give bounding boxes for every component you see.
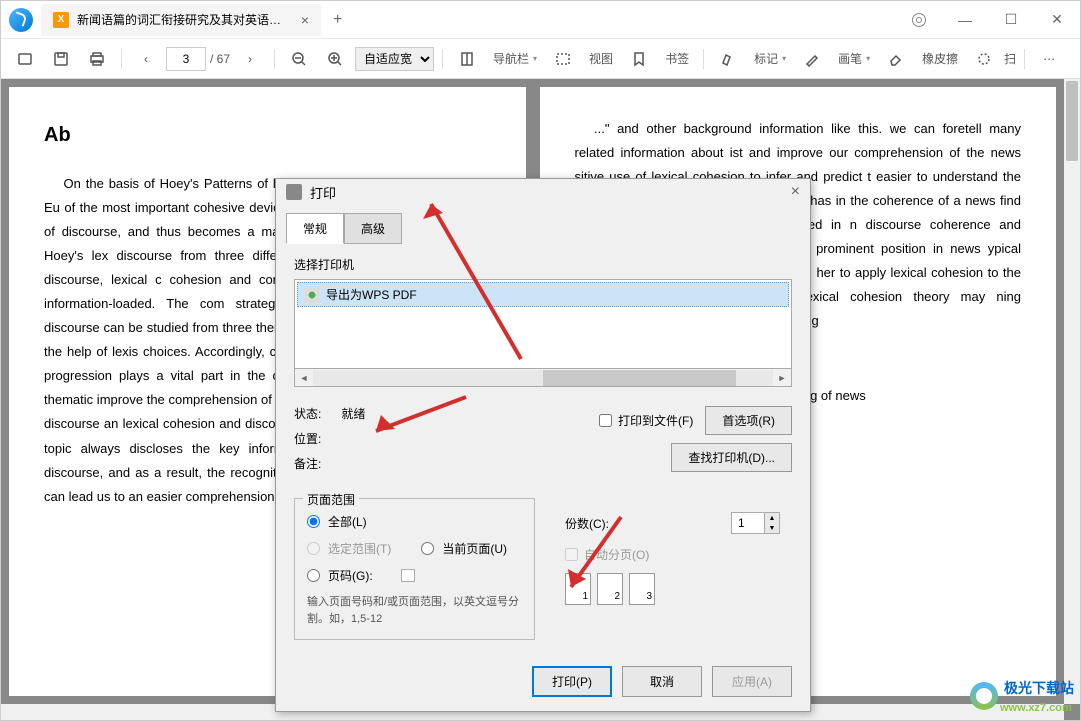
copies-up-icon[interactable]: ▲ [765,513,779,523]
page-range-input[interactable] [401,569,415,582]
bookmark-icon[interactable] [623,43,655,75]
settings-icon[interactable] [896,1,942,39]
select-printer-label: 选择打印机 [294,256,792,273]
find-printer-button[interactable]: 查找打印机(D)... [671,443,792,472]
vertical-scrollbar[interactable] [1064,79,1080,704]
more-icon[interactable]: ⋯ [1033,43,1065,75]
copies-spinner[interactable]: ▲ ▼ [731,512,780,534]
page-range-group: 页面范围 全部(L) 选定范围(T) 当前页面(U) 页码(G): 输入页面号码… [294,498,535,640]
watermark-brand: 极光 [1004,680,1032,696]
printer-title-icon [286,184,302,200]
printer-name: 导出为WPS PDF [326,286,417,303]
watermark: 极光下载站 www.xz7.com [970,678,1074,714]
maximize-button[interactable]: ☐ [988,1,1034,39]
collate-preview: 1 2 3 [565,573,780,605]
page-range-title: 页面范围 [303,491,359,508]
status-value: 就绪 [341,405,365,422]
prev-page-icon[interactable]: ‹ [130,43,162,75]
cancel-button[interactable]: 取消 [622,666,702,697]
crop-label[interactable]: 扫 [1004,50,1016,67]
printer-list-scrollbar[interactable]: ◄ ► [294,369,792,387]
zoom-mode-select[interactable]: 自适应宽 [355,47,434,71]
range-pages-radio[interactable]: 页码(G): [307,567,522,584]
dialog-title: 打印 [310,183,336,202]
apply-button: 应用(A) [712,666,792,697]
copies-group: 份数(C): ▲ ▼ 自动分页(O) [553,498,792,640]
eraser-icon[interactable] [880,43,912,75]
print-dialog: 打印 × 常规 高级 选择打印机 导出为WPS PDF ◄ [275,178,811,712]
app-logo-icon [9,8,33,32]
range-selection-radio: 选定范围(T) [307,540,391,557]
collate-checkbox: 自动分页(O) [565,546,780,563]
mark-button[interactable]: 标记▾ [748,50,792,67]
zoom-in-icon[interactable] [319,43,351,75]
minimize-button[interactable]: — [942,1,988,39]
status-label: 状态: [294,405,321,422]
brush-button[interactable]: 画笔▾ [832,50,876,67]
titlebar: X 新闻语篇的词汇衔接研究及其对英语听力教... × + — ☐ ✕ [1,1,1080,39]
close-tab-icon[interactable]: × [301,12,309,28]
layout-icon[interactable] [451,43,483,75]
close-window-button[interactable]: ✕ [1034,1,1080,39]
printer-item[interactable]: 导出为WPS PDF [297,282,789,307]
view-icon[interactable] [547,43,579,75]
content-area: Ab On the basis of Hoey's Patterns of le… [1,79,1080,720]
dialog-close-icon[interactable]: × [791,183,800,201]
doc-stack-icon: 1 [565,573,591,605]
scroll-left-icon[interactable]: ◄ [295,370,313,386]
zoom-out-icon[interactable] [283,43,315,75]
pen-icon[interactable] [796,43,828,75]
tab-general[interactable]: 常规 [286,213,344,244]
comment-label: 备注: [294,455,321,472]
print-to-file-checkbox[interactable]: 打印到文件(F) [599,412,693,429]
tab-advanced[interactable]: 高级 [344,213,402,244]
document-tab[interactable]: X 新闻语篇的词汇衔接研究及其对英语听力教... × [41,4,321,36]
crop-icon[interactable] [968,43,1000,75]
page-range-hint: 输入页面号码和/或页面范围，以英文逗号分割。如，1,5-12 [307,594,522,627]
copies-down-icon[interactable]: ▼ [765,523,779,533]
dialog-titlebar: 打印 × [276,179,810,205]
print-button[interactable]: 打印(P) [532,666,612,697]
doc-stack-icon: 3 [629,573,655,605]
page-navigation: ‹ / 67 › [130,43,266,75]
eraser-button[interactable]: 橡皮擦 [916,50,964,67]
toolbar: ‹ / 67 › 自适应宽 导航栏▾ 视图 书签 标记▾ 画笔▾ 橡皮擦 扫 ⋯ [1,39,1080,79]
new-tab-button[interactable]: + [321,11,354,29]
abstract-heading: Ab [44,117,491,154]
printer-list[interactable]: 导出为WPS PDF [294,279,792,369]
location-label: 位置: [294,430,321,447]
scroll-right-icon[interactable]: ► [773,370,791,386]
print-icon[interactable] [81,43,113,75]
doc-stack-icon: 2 [597,573,623,605]
tab-title: 新闻语篇的词汇衔接研究及其对英语听力教... [77,11,293,28]
preferences-button[interactable]: 首选项(R) [705,406,792,435]
next-page-icon[interactable]: › [234,43,266,75]
watermark-logo-icon [970,682,998,710]
open-file-icon[interactable] [9,43,41,75]
copies-input[interactable] [732,513,764,533]
nav-panel-button[interactable]: 导航栏▾ [487,50,543,67]
save-icon[interactable] [45,43,77,75]
view-button[interactable]: 视图 [583,50,619,67]
range-current-radio[interactable]: 当前页面(U) [421,540,507,557]
watermark-url: www.xz7.com [1000,702,1072,714]
page-number-input[interactable] [166,47,206,71]
highlight-icon[interactable] [712,43,744,75]
page-total-label: / 67 [210,52,230,66]
app-window: X 新闻语篇的词汇衔接研究及其对英语听力教... × + — ☐ ✕ ‹ / 6… [0,0,1081,721]
printer-device-icon [304,287,320,303]
pdf-file-icon: X [53,12,69,28]
copies-label: 份数(C): [565,515,609,532]
bookmark-button[interactable]: 书签 [659,50,695,67]
range-all-radio[interactable]: 全部(L) [307,513,522,530]
